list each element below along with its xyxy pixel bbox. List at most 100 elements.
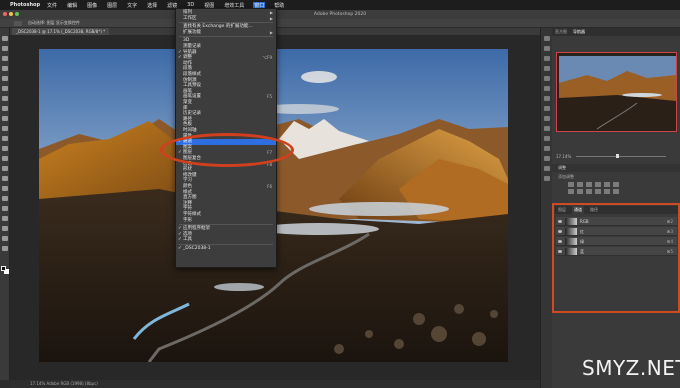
hand-tool-icon[interactable] <box>2 226 8 231</box>
brush-tool-icon[interactable] <box>2 116 8 121</box>
menu-item-label: 应用程序框架 <box>183 226 210 232</box>
menu-item-label: 仿制源 <box>183 77 197 83</box>
menu-item-label: 渐变 <box>183 100 192 105</box>
menu-3[interactable]: 图层 <box>106 2 118 9</box>
properties-panel-icon[interactable] <box>544 46 550 51</box>
menu-item-label: 导航器 <box>183 49 197 55</box>
move-tool-icon[interactable] <box>14 20 22 26</box>
eyedropper-tool-icon[interactable] <box>2 96 8 101</box>
info-panel-icon[interactable] <box>544 116 550 121</box>
app-name[interactable]: Photoshop <box>10 2 40 8</box>
adjustment-icon[interactable] <box>577 182 583 187</box>
styles-panel-icon[interactable] <box>544 156 550 161</box>
adjustment-icon[interactable] <box>586 189 592 194</box>
move-tool-icon[interactable] <box>2 36 8 41</box>
gradient-tool-icon[interactable] <box>2 156 8 161</box>
menu-item-label: 扩展功能 <box>183 29 201 35</box>
menu-item-label: 调整 <box>183 55 192 61</box>
patterns-panel-icon[interactable] <box>544 176 550 181</box>
blur-tool-icon[interactable] <box>2 166 8 171</box>
frame-tool-icon[interactable] <box>2 86 8 91</box>
adjustment-icon[interactable] <box>613 189 619 194</box>
crop-tool-icon[interactable] <box>2 76 8 81</box>
dodge-tool-icon[interactable] <box>2 176 8 181</box>
actions-panel-icon[interactable] <box>544 136 550 141</box>
eye-icon[interactable] <box>558 220 562 223</box>
menu-item-label: 排列 <box>183 10 192 15</box>
close-window-icon[interactable] <box>3 12 7 16</box>
channel-name: 绿 <box>580 239 584 244</box>
menu-4[interactable]: 文字 <box>126 2 138 9</box>
tab-navigator[interactable]: 导航器 <box>573 28 585 36</box>
zoom-slider[interactable] <box>576 156 666 157</box>
marquee-tool-icon[interactable] <box>2 46 8 51</box>
menu-item-label: 工作区 <box>183 15 197 21</box>
document-tab[interactable]: _DSC2038-1 @ 17.1% (_DSC2038, RGB/8*) * <box>12 28 110 35</box>
type-tool-icon[interactable] <box>2 196 8 201</box>
window-menu-item[interactable]: 字形 <box>176 218 276 224</box>
tab-channels[interactable]: 通道 <box>572 206 584 214</box>
quick-select-tool-icon[interactable] <box>2 66 8 71</box>
menu-item-label: 字形 <box>183 217 192 223</box>
navigator-thumbnail[interactable] <box>556 52 677 132</box>
layer-comps-panel-icon[interactable] <box>544 106 550 111</box>
right-panels: 直方图 导航器 17.14% 调整 添加调整 图层 通道 路径 RGB ⌘2 红 ⌘3… <box>552 28 680 388</box>
submenu-arrow-icon: ▶ <box>269 15 273 21</box>
minimize-window-icon[interactable] <box>9 12 13 16</box>
adjustment-icon[interactable] <box>586 182 592 187</box>
eye-icon[interactable] <box>558 240 562 243</box>
channel-row[interactable]: 绿 ⌘4 <box>556 237 677 246</box>
tab-adjustments[interactable]: 调整 <box>558 165 566 170</box>
libraries-panel-icon[interactable] <box>544 126 550 131</box>
brush-settings-panel-icon[interactable] <box>544 76 550 81</box>
adjustment-icon[interactable] <box>604 182 610 187</box>
more-tool-icon[interactable] <box>2 246 8 251</box>
menu-1[interactable]: 编辑 <box>66 2 78 9</box>
history-panel-icon[interactable] <box>544 36 550 41</box>
path-select-tool-icon[interactable] <box>2 206 8 211</box>
annotation-ellipse <box>160 133 294 167</box>
channel-row[interactable]: 蓝 ⌘5 <box>556 247 677 256</box>
adjustment-icon[interactable] <box>613 182 619 187</box>
window-menu-item[interactable]: 工作区 ▶ <box>176 16 276 22</box>
menu-0[interactable]: 文件 <box>46 2 58 9</box>
adjustment-icon[interactable] <box>595 189 601 194</box>
adjustment-icon[interactable] <box>595 182 601 187</box>
eye-icon[interactable] <box>558 250 562 253</box>
gradients-panel-icon[interactable] <box>544 166 550 171</box>
adjustment-icon[interactable] <box>568 189 574 194</box>
glyphs-panel-icon[interactable] <box>544 146 550 151</box>
adjustments-header: 调整 <box>552 164 680 172</box>
lasso-tool-icon[interactable] <box>2 56 8 61</box>
clone-stamp-tool-icon[interactable] <box>2 126 8 131</box>
menu-2[interactable]: 图像 <box>86 2 98 9</box>
rectangle-tool-icon[interactable] <box>2 216 8 221</box>
healing-tool-icon[interactable] <box>2 106 8 111</box>
character-panel-icon[interactable] <box>544 96 550 101</box>
menu-item-label: 库 <box>183 105 188 111</box>
zoom-slider-knob[interactable] <box>616 154 619 158</box>
foreground-color-swatch[interactable] <box>1 266 6 271</box>
pen-tool-icon[interactable] <box>2 186 8 191</box>
history-brush-tool-icon[interactable] <box>2 136 8 141</box>
tab-paths[interactable]: 路径 <box>590 206 598 214</box>
zoom-window-icon[interactable] <box>15 12 19 16</box>
channel-row[interactable]: 红 ⌘3 <box>556 227 677 236</box>
swatches-panel-icon[interactable] <box>544 66 550 71</box>
eye-icon[interactable] <box>558 230 562 233</box>
tab-layers[interactable]: 图层 <box>558 206 566 214</box>
window-menu-item[interactable]: ✓ _DSC2038-1 <box>176 246 276 252</box>
color-panel-icon[interactable] <box>544 56 550 61</box>
window-menu-item[interactable]: 扩展功能 ▶ <box>176 30 276 36</box>
paragraph-panel-icon[interactable] <box>544 86 550 91</box>
adjustment-icon[interactable] <box>604 189 610 194</box>
window-menu-item[interactable]: ✓ 工具 <box>176 237 276 243</box>
tab-histogram[interactable]: 直方图 <box>555 28 567 36</box>
eraser-tool-icon[interactable] <box>2 146 8 151</box>
adjustment-icon[interactable] <box>568 182 574 187</box>
adjustment-icon[interactable] <box>577 189 583 194</box>
channel-row[interactable]: RGB ⌘2 <box>556 217 677 226</box>
menu-5[interactable]: 选择 <box>146 2 158 9</box>
submenu-arrow-icon: ▶ <box>269 29 273 35</box>
zoom-tool-icon[interactable] <box>2 236 8 241</box>
